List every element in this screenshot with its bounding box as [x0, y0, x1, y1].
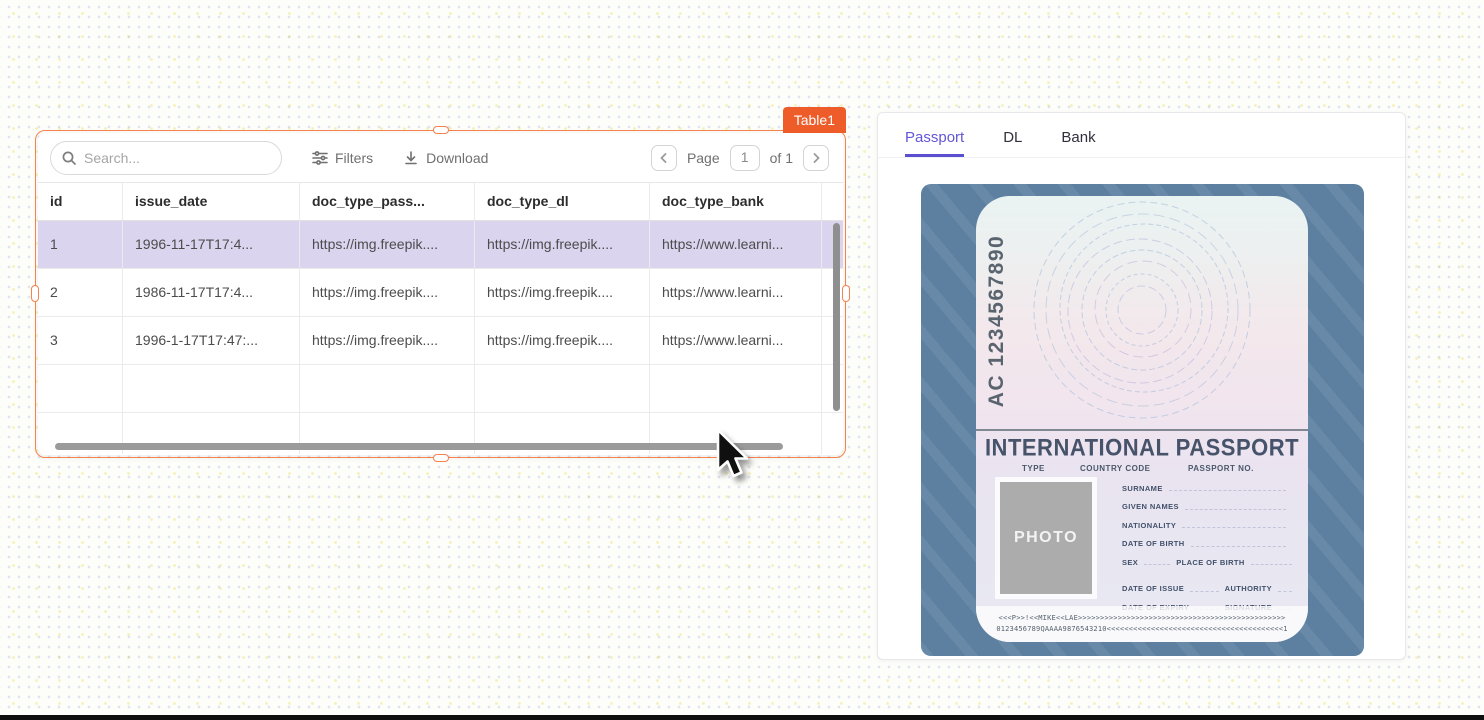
meta-type-label: TYPE — [1022, 464, 1045, 473]
passport-data-section: INTERNATIONAL PASSPORT TYPE COUNTRY CODE… — [976, 431, 1308, 642]
field-surname: SURNAME — [1122, 484, 1163, 493]
prev-page-button[interactable] — [651, 145, 677, 171]
resize-handle-top[interactable] — [433, 126, 449, 134]
field-authority: AUTHORITY — [1225, 584, 1272, 593]
cell-id[interactable]: 2 — [38, 269, 123, 316]
table-header-row: id issue_date doc_type_pass... doc_type_… — [38, 183, 843, 221]
cell-doc-type-pass[interactable]: https://img.freepik.... — [300, 269, 475, 316]
table-row-empty — [38, 365, 843, 413]
cell-doc-type-pass[interactable]: https://img.freepik.... — [300, 221, 475, 268]
cell-doc-type-dl[interactable]: https://img.freepik.... — [475, 317, 650, 364]
meta-country-code-label: COUNTRY CODE — [1080, 464, 1150, 473]
search-input[interactable]: Search... — [50, 141, 282, 175]
column-header-doc-type-pass[interactable]: doc_type_pass... — [300, 183, 475, 220]
passport-serial-number: AC 1234567890 — [985, 211, 1011, 431]
mrz-line-2: 0123456789QAAAA9876543210<<<<<<<<<<<<<<<… — [976, 624, 1308, 635]
download-button[interactable]: Download — [403, 150, 488, 166]
table-row[interactable]: 2 1986-11-17T17:4... https://img.freepik… — [38, 269, 843, 317]
table-row[interactable]: 3 1996-1-17T17:47:... https://img.freepi… — [38, 317, 843, 365]
guilloche-pattern — [1022, 196, 1262, 430]
cell-doc-type-dl[interactable]: https://img.freepik.... — [475, 269, 650, 316]
next-page-button[interactable] — [803, 145, 829, 171]
mouse-cursor — [714, 428, 756, 480]
cell-id[interactable]: 3 — [38, 317, 123, 364]
table-toolbar: Search... Filters — [38, 133, 843, 183]
field-given-names: GIVEN NAMES — [1122, 502, 1179, 511]
passport-meta-row: TYPE COUNTRY CODE PASSPORT NO. — [976, 464, 1308, 477]
column-header-issue-date[interactable]: issue_date — [123, 183, 300, 220]
cell-issue-date[interactable]: 1996-1-17T17:47:... — [123, 317, 300, 364]
passport-image: AC 1234567890 INTERNATIONAL PASSPORT TYP… — [921, 184, 1364, 656]
passport-title: INTERNATIONAL PASSPORT — [976, 434, 1308, 462]
cell-issue-date[interactable]: 1986-11-17T17:4... — [123, 269, 300, 316]
column-header-doc-type-bank[interactable]: doc_type_bank — [650, 183, 822, 220]
photo-placeholder: PHOTO — [995, 477, 1097, 599]
vertical-scrollbar[interactable] — [833, 223, 840, 411]
doc-tab-bar: Passport DL Bank — [878, 113, 1405, 158]
search-icon — [61, 150, 77, 166]
field-date-of-birth: DATE OF BIRTH — [1122, 539, 1185, 548]
download-icon — [403, 150, 419, 166]
tab-dl[interactable]: DL — [1003, 129, 1022, 157]
page-label: Page — [687, 150, 720, 166]
field-place-of-birth: PLACE OF BIRTH — [1176, 558, 1245, 567]
widget-name-tag[interactable]: Table1 — [783, 107, 846, 133]
app-canvas: Table1 Search... — [0, 0, 1484, 720]
filters-label: Filters — [335, 150, 373, 166]
tab-bank[interactable]: Bank — [1061, 129, 1095, 157]
cell-doc-type-bank[interactable]: https://www.learni... — [650, 221, 822, 268]
filters-button[interactable]: Filters — [312, 150, 373, 166]
passport-fields: SURNAME GIVEN NAMES NATIONALITY DATE OF … — [1122, 479, 1292, 617]
cell-doc-type-pass[interactable]: https://img.freepik.... — [300, 317, 475, 364]
search-placeholder: Search... — [84, 150, 140, 166]
screen-bottom-edge — [0, 715, 1484, 720]
cell-doc-type-bank[interactable]: https://www.learni... — [650, 269, 822, 316]
table-widget[interactable]: Table1 Search... — [38, 133, 843, 455]
field-sex: SEX — [1122, 558, 1138, 567]
field-nationality: NATIONALITY — [1122, 521, 1176, 530]
meta-passport-no-label: PASSPORT NO. — [1188, 464, 1254, 473]
tab-passport[interactable]: Passport — [905, 129, 964, 157]
download-label: Download — [426, 150, 488, 166]
document-viewer-card: Passport DL Bank AC 1234567890 — [877, 112, 1406, 660]
resize-handle-left[interactable] — [31, 285, 39, 302]
column-header-id[interactable]: id — [38, 183, 123, 220]
resize-handle-right[interactable] — [842, 285, 850, 302]
cell-doc-type-dl[interactable]: https://img.freepik.... — [475, 221, 650, 268]
page-number-input[interactable]: 1 — [730, 145, 760, 171]
pagination: Page 1 of 1 — [651, 145, 829, 171]
cell-doc-type-bank[interactable]: https://www.learni... — [650, 317, 822, 364]
resize-handle-bottom[interactable] — [433, 454, 449, 462]
page-total-label: of 1 — [770, 150, 793, 166]
mrz-zone: <<<P>>!<<MIKE<<LAE>>>>>>>>>>>>>>>>>>>>>>… — [976, 606, 1308, 642]
cell-id[interactable]: 1 — [38, 221, 123, 268]
table-row[interactable]: 1 1996-11-17T17:4... https://img.freepik… — [38, 221, 843, 269]
passport-page: AC 1234567890 INTERNATIONAL PASSPORT TYP… — [976, 196, 1308, 642]
field-date-of-issue: DATE OF ISSUE — [1122, 584, 1184, 593]
column-header-doc-type-dl[interactable]: doc_type_dl — [475, 183, 650, 220]
mrz-line-1: <<<P>>!<<MIKE<<LAE>>>>>>>>>>>>>>>>>>>>>>… — [976, 613, 1308, 624]
filter-icon — [312, 150, 328, 166]
horizontal-scrollbar[interactable] — [55, 443, 783, 450]
cell-issue-date[interactable]: 1996-11-17T17:4... — [123, 221, 300, 268]
